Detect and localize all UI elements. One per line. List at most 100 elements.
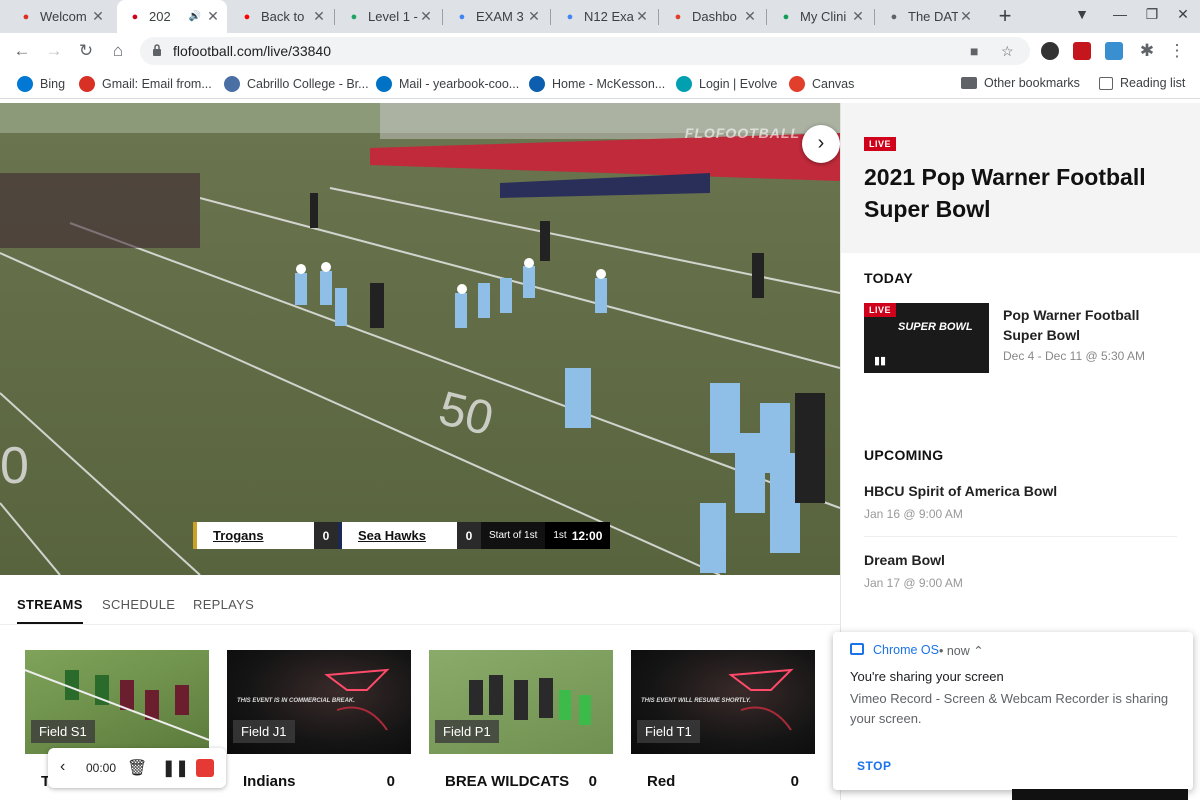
stop-sharing-button[interactable]: STOP [857, 759, 891, 773]
close-tab-icon[interactable]: ✕ [311, 8, 327, 25]
browser-tab[interactable]: ● 202 🔊 ✕ [117, 0, 227, 33]
live-badge: LIVE [864, 137, 897, 151]
today-heading: TODAY [864, 270, 913, 286]
tab-title: Level 1 - [368, 9, 418, 24]
camera-icon[interactable]: ■ [970, 43, 978, 59]
minimize-icon[interactable]: — [1110, 6, 1130, 22]
pause-icon[interactable]: ❚❚ [162, 758, 189, 778]
stream-message: THIS EVENT IS IN COMMERCIAL BREAK. [237, 698, 355, 704]
home-icon[interactable]: ⌂ [107, 40, 129, 62]
tab-streams[interactable]: STREAMS [17, 597, 83, 624]
bookmark-item[interactable]: Mail - yearbook-coo... [376, 76, 519, 92]
flosports-icon: ● [131, 10, 139, 23]
new-tab-button[interactable]: + [994, 4, 1016, 28]
tab-title: EXAM 3 [476, 9, 524, 24]
cabrillo-icon [224, 76, 240, 92]
upcoming-event-title[interactable]: Dream Bowl [864, 552, 945, 568]
bookmark-item[interactable]: Home - McKesson... [529, 76, 665, 92]
recorder-time: 00:00 [86, 761, 117, 775]
puzzle-icon[interactable]: ✱ [1136, 40, 1158, 62]
bookmark-star-icon[interactable]: ☆ [1001, 43, 1014, 60]
docs-icon: ● [458, 10, 466, 23]
reading-list-label: Reading list [1120, 76, 1186, 90]
next-chevron-icon[interactable]: › [802, 125, 840, 163]
drive-icon: ● [350, 10, 358, 23]
profile-dropdown-icon[interactable]: ▼ [1072, 6, 1092, 22]
tab-separator [766, 9, 767, 25]
stream-score: 0 [588, 773, 597, 790]
record-extension-icon[interactable] [1041, 42, 1059, 60]
upcoming-event-date: Jan 16 @ 9:00 AM [864, 507, 963, 521]
stream-card[interactable]: THIS EVENT IS IN COMMERCIAL BREAK. Field… [227, 650, 411, 800]
close-tab-icon[interactable]: ✕ [742, 8, 758, 25]
browser-tab[interactable]: ● Dashbo ✕ [660, 0, 764, 33]
tab-title: Back to [261, 9, 305, 24]
notification-time[interactable]: • now ⌃ [939, 643, 984, 658]
browser-tab[interactable]: ● Level 1 - ✕ [336, 0, 440, 33]
extension-icon[interactable] [1105, 42, 1123, 60]
tab-title: Welcom [40, 9, 87, 24]
lock-icon [153, 44, 161, 56]
browser-tab[interactable]: ● My Clini ✕ [768, 0, 872, 33]
forward-icon[interactable]: → [43, 40, 65, 62]
close-tab-icon[interactable]: ✕ [958, 8, 974, 25]
scorebug-team1: Trogans [193, 522, 314, 549]
folder-icon [961, 77, 977, 89]
stream-card[interactable]: THIS EVENT WILL RESUME SHORTLY. Field T1… [631, 650, 815, 800]
upcoming-event-title[interactable]: HBCU Spirit of America Bowl [864, 483, 1057, 499]
stream-team: Indians [243, 773, 296, 790]
browser-tab[interactable]: ● EXAM 3 ✕ [444, 0, 548, 33]
scorebug-status: Start of 1st [481, 522, 546, 549]
tab-title: N12 Exa [584, 9, 634, 24]
divider [864, 536, 1177, 537]
stop-record-icon[interactable] [196, 759, 214, 777]
stream-field-label: Field S1 [31, 720, 95, 743]
restore-icon[interactable]: ❐ [1142, 6, 1162, 23]
close-tab-icon[interactable]: ✕ [418, 8, 434, 25]
scorebug-time: 12:00 [571, 528, 603, 543]
menu-icon[interactable]: ⋮ [1166, 40, 1188, 62]
today-event-thumbnail[interactable]: LIVE SUPER BOWL ▮▮ [864, 303, 989, 373]
tab-separator [874, 9, 875, 25]
other-bookmarks[interactable]: Other bookmarks [961, 76, 1080, 90]
bing-icon [17, 76, 33, 92]
stream-field-label: Field J1 [233, 720, 295, 743]
browser-tab[interactable]: ● Welcom ✕ [8, 0, 112, 33]
speaker-icon[interactable]: 🔊 [189, 11, 201, 22]
bookmark-item[interactable]: Bing [17, 76, 65, 92]
collapse-chevron-icon[interactable]: ‹ [60, 758, 65, 776]
close-tab-icon[interactable]: ✕ [205, 8, 221, 25]
stream-message: THIS EVENT WILL RESUME SHORTLY. [641, 698, 751, 704]
stream-thumbnail: Field S1 [25, 650, 209, 754]
browser-tab[interactable]: ● The DAT ✕ [876, 0, 980, 33]
tab-replays[interactable]: REPLAYS [193, 597, 254, 612]
reading-list[interactable]: Reading list [1099, 76, 1185, 90]
scorebug: Trogans 0 Sea Hawks 0 Start of 1st 1st 1… [193, 522, 611, 549]
notification-title: You're sharing your screen [850, 669, 1004, 684]
video-player[interactable]: 50 0 FLOFOOTBALL › Trogans 0 Sea Hawks 0… [0, 103, 840, 575]
today-event-title[interactable]: Pop Warner Football Super Bowl [1003, 305, 1173, 345]
bookmark-item[interactable]: Gmail: Email from... [79, 76, 212, 92]
close-tab-icon[interactable]: ✕ [850, 8, 866, 25]
reload-icon[interactable]: ↻ [75, 40, 97, 62]
close-window-icon[interactable]: ✕ [1173, 6, 1193, 23]
tab-separator [334, 9, 335, 25]
tab-schedule[interactable]: SCHEDULE [102, 597, 175, 612]
bookmark-label: Home - McKesson... [552, 77, 666, 91]
bookmarks-bar: Other bookmarks Reading list Bing Gmail: … [0, 69, 1200, 99]
acrobat-icon[interactable] [1073, 42, 1091, 60]
close-tab-icon[interactable]: ✕ [90, 8, 106, 25]
trash-icon[interactable]: 🗑 [127, 758, 147, 778]
back-icon[interactable]: ← [11, 40, 33, 62]
bookmark-item[interactable]: Canvas [789, 76, 854, 92]
browser-tab[interactable]: ● N12 Exa ✕ [552, 0, 656, 33]
close-tab-icon[interactable]: ✕ [526, 8, 542, 25]
close-tab-icon[interactable]: ✕ [634, 8, 650, 25]
bookmark-item[interactable]: Login | Evolve [676, 76, 777, 92]
bookmark-item[interactable]: Cabrillo College - Br... [224, 76, 369, 92]
reading-list-icon [1099, 76, 1113, 90]
evolve-icon [676, 76, 692, 92]
address-bar[interactable]: flofootball.com/live/33840 ■ ☆ [140, 37, 1030, 65]
browser-tab[interactable]: ● Back to ✕ [229, 0, 333, 33]
stream-card[interactable]: Field P1 BREA WILDCATS 0 [429, 650, 613, 800]
